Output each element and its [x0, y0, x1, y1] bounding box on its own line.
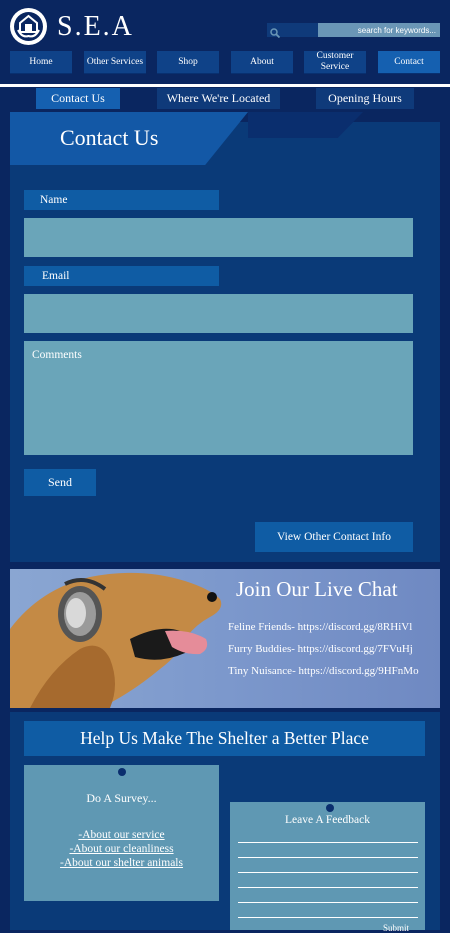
feedback-title: Leave A Feedback — [285, 814, 370, 826]
brand-name: S.E.A — [57, 11, 134, 42]
chat-link-row: Tiny Nuisance- https://discord.gg/9HFnMo — [228, 665, 419, 677]
submit-button[interactable]: Submit — [383, 923, 409, 933]
contact-title: Contact Us — [60, 125, 159, 150]
view-other-contact-button[interactable]: View Other Contact Info — [255, 522, 413, 552]
send-button[interactable]: Send — [24, 469, 96, 496]
chat-link-row: Feline Friends- https://discord.gg/8RHiV… — [228, 621, 412, 633]
tab-opening-hours[interactable]: Opening Hours — [316, 88, 414, 109]
tab-where-located[interactable]: Where We're Located — [157, 88, 280, 109]
help-title: Help Us Make The Shelter a Better Place — [24, 721, 425, 756]
feedback-input-line[interactable] — [238, 842, 418, 843]
pin-icon — [118, 768, 126, 776]
chat-link-tiny-nuisance[interactable]: https://discord.gg/9HFnMo — [298, 665, 418, 677]
search-icon[interactable] — [270, 25, 281, 39]
comments-placeholder: Comments — [32, 349, 82, 361]
survey-links: -About our service -About our cleanlines… — [24, 828, 219, 870]
nav-contact[interactable]: Contact — [378, 51, 440, 74]
name-label: Name — [24, 190, 219, 210]
nav-customer-service[interactable]: Customer Service — [304, 51, 366, 74]
feedback-input-line[interactable] — [238, 902, 418, 903]
chat-link-row: Furry Buddies- https://discord.gg/7FVuHj — [228, 643, 413, 655]
header-divider — [0, 84, 450, 87]
live-chat-title: Join Our Live Chat — [236, 577, 398, 601]
search-input[interactable] — [318, 23, 440, 37]
nav-home[interactable]: Home — [10, 51, 72, 74]
feedback-input-line[interactable] — [238, 872, 418, 873]
feedback-input-line[interactable] — [238, 887, 418, 888]
feedback-input-line[interactable] — [238, 917, 418, 918]
logo-house-icon — [14, 12, 43, 41]
nav-about[interactable]: About — [231, 51, 293, 74]
chat-link-label: Feline Friends- — [228, 621, 298, 633]
survey-link-animals[interactable]: -About our shelter animals — [60, 857, 183, 869]
email-field[interactable] — [24, 294, 413, 333]
nav-other-services[interactable]: Other Services — [84, 51, 146, 74]
feedback-input-line[interactable] — [238, 857, 418, 858]
chat-link-furry-buddies[interactable]: https://discord.gg/7FVuHj — [298, 643, 413, 655]
chat-link-feline-friends[interactable]: https://discord.gg/8RHiVl — [298, 621, 413, 633]
name-field[interactable] — [24, 218, 413, 257]
email-label: Email — [24, 266, 219, 286]
chat-link-label: Tiny Nuisance- — [228, 665, 299, 677]
comments-field[interactable]: Comments — [24, 341, 413, 455]
chat-link-label: Furry Buddies- — [228, 643, 298, 655]
survey-link-cleanliness[interactable]: -About our cleanliness — [69, 843, 173, 855]
tab-contact-us[interactable]: Contact Us — [36, 88, 120, 109]
nav-shop[interactable]: Shop — [157, 51, 219, 74]
survey-link-service[interactable]: -About our service — [78, 829, 164, 841]
survey-title: Do A Survey... — [86, 791, 157, 805]
pin-icon — [326, 804, 334, 812]
